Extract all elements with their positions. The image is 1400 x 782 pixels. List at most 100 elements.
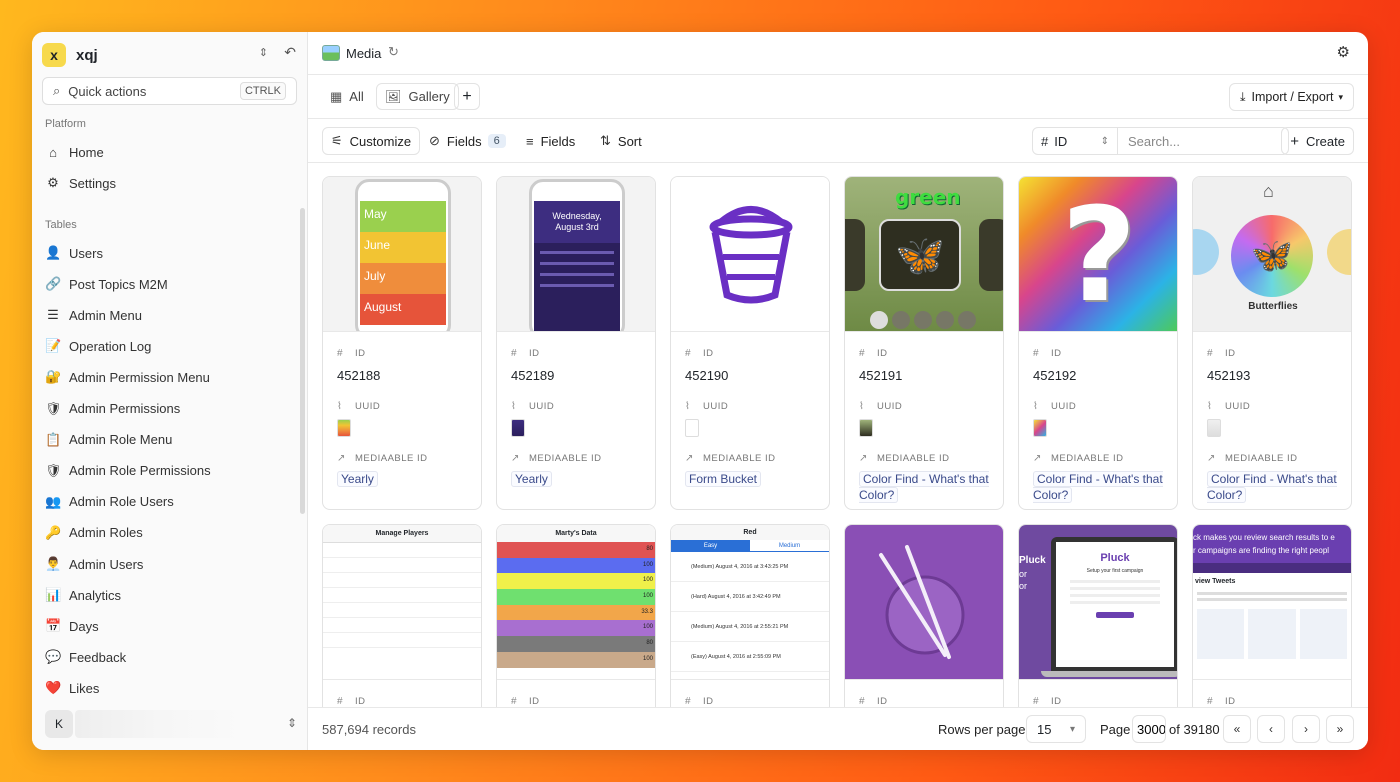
hash-icon: # — [685, 347, 692, 359]
sidebar-item-admin-roles[interactable]: 🔑 Admin Roles — [45, 520, 295, 546]
attachment-thumbnail[interactable] — [511, 419, 525, 437]
gallery-card[interactable]: Wednesday, August 3rd # ID 452189 ⌇ UUID ↗ MED… — [496, 176, 656, 510]
user-menu[interactable]: K ⇕ — [45, 710, 297, 738]
field-label: ⌇ UUID — [511, 399, 655, 413]
first-page-button[interactable]: « — [1223, 715, 1251, 743]
gallery-card[interactable]: May June July August # ID 452188 ⌇ UUID ↗ MEDI… — [322, 176, 482, 510]
rows-per-page-select[interactable]: 15 ▾ — [1026, 715, 1086, 743]
customize-label: Customize — [349, 133, 412, 149]
gallery-card[interactable]: Marty's Data 80 100 100 100 33.3 100 80 100 # ID — [496, 524, 656, 707]
attachment-thumbnail[interactable] — [1033, 419, 1047, 437]
gallery-card[interactable]: # ID 452190 ⌇ UUID ↗ MEDIAABLE ID Form Bucket — [670, 176, 830, 510]
field-label-text: UUID — [703, 400, 729, 412]
card-thumbnail: ? — [1019, 177, 1177, 332]
relation-tag[interactable]: Color Find - What's that Color? — [1207, 471, 1337, 503]
sidebar-item-admin-menu[interactable]: ☰ Admin Menu — [45, 302, 295, 328]
relation-tag[interactable]: Form Bucket — [685, 471, 762, 487]
gallery-card[interactable]: # ID — [844, 524, 1004, 707]
sidebar-item-operation-log[interactable]: 📝 Operation Log — [45, 333, 295, 359]
create-button[interactable]: + Create — [1281, 127, 1354, 155]
customize-button[interactable]: ⚟ Customize — [322, 127, 421, 155]
search-icon: ⌕ — [53, 83, 61, 98]
sidebar-item-post-topics-m2m[interactable]: 🔗 Post Topics M2M — [45, 271, 295, 297]
add-view-button[interactable]: + — [454, 83, 480, 110]
thumb-bar: 80 — [497, 542, 655, 558]
thumb-bar: 100 — [497, 651, 655, 668]
search-field-select[interactable]: # ID ⇕ — [1032, 127, 1118, 155]
hidden-fields-button[interactable]: ⊘ Fields 6 — [421, 127, 514, 155]
tab-gallery[interactable]: 🖼 Gallery — [376, 83, 459, 110]
chevron-left-icon: ‹ — [1269, 722, 1273, 736]
import-export-button[interactable]: ⤓ Import / Export ▾ — [1228, 83, 1354, 111]
sidebar-item-days[interactable]: 📅 Days — [45, 613, 295, 639]
field-label-text: UUID — [529, 400, 555, 412]
chevrons-right-icon: » — [1336, 722, 1344, 736]
attachment-thumbnail[interactable] — [859, 419, 873, 437]
sidebar-item-feedback[interactable]: 💬 Feedback — [45, 644, 295, 670]
thumb-row: (Easy) August 4, 2016 at 2:55:09 PM — [671, 642, 829, 672]
next-page-button[interactable]: › — [1292, 715, 1320, 743]
thumb-bar: 100 — [497, 573, 655, 590]
sidebar-item-admin-users[interactable]: 👨‍💼 Admin Users — [45, 551, 295, 577]
thumb-heading: view Tweets — [1195, 578, 1236, 585]
attachment-thumbnail[interactable] — [685, 419, 699, 437]
workspace-switcher[interactable]: x xqj ⇕ ↶ — [42, 42, 298, 68]
sidebar-item-analytics[interactable]: 📊 Analytics — [45, 582, 295, 608]
table-icon: 🔗 — [45, 276, 62, 292]
relation-tag[interactable]: Color Find - What's that Color? — [859, 471, 989, 503]
relation-tag[interactable]: Color Find - What's that Color? — [1033, 471, 1163, 503]
undo-icon[interactable]: ↶ — [284, 44, 296, 61]
attachment-thumbnail[interactable] — [1207, 419, 1221, 437]
refresh-icon[interactable]: ↻ — [388, 44, 399, 60]
page-input[interactable] — [1132, 715, 1166, 743]
sidebar-item-admin-permission-menu[interactable]: 🔐 Admin Permission Menu — [45, 364, 295, 390]
gallery-card[interactable]: ⌂ 🦋 Butterflies # ID 452193 ⌇ UUID ↗ MEDIAABLE… — [1192, 176, 1352, 510]
attachment-thumbnail[interactable] — [337, 419, 351, 437]
thumb-month: July — [360, 263, 446, 294]
last-page-button[interactable]: » — [1326, 715, 1354, 743]
sidebar-item-admin-role-permissions[interactable]: 🛡 Admin Role Permissions — [45, 458, 295, 484]
chevron-updown-icon: ⇕ — [286, 716, 297, 730]
prev-page-button[interactable]: ‹ — [1257, 715, 1285, 743]
sidebar-item-home[interactable]: ⌂ Home — [45, 139, 295, 165]
gear-icon[interactable]: ⚙ — [1337, 43, 1350, 61]
sidebar-item-admin-role-users[interactable]: 👥 Admin Role Users — [45, 489, 295, 515]
card-thumbnail: Pluck or or Pluck Setup your first campa… — [1019, 525, 1177, 680]
tables-section-label: Tables — [45, 219, 77, 231]
thumb-banner: ck makes you review search results to e — [1193, 533, 1335, 542]
hash-icon: # — [1207, 347, 1214, 359]
gallery-card[interactable]: ? # ID 452192 ⌇ UUID ↗ MEDIAABLE ID Color Find … — [1018, 176, 1178, 510]
sidebar-item-likes[interactable]: ❤️ Likes — [45, 675, 295, 701]
record-id: 452191 — [859, 368, 903, 383]
record-id: 452190 — [685, 368, 729, 383]
gallery-card[interactable]: ck makes you review search results to e … — [1192, 524, 1352, 707]
sidebar-item-settings[interactable]: ⚙ Settings — [45, 170, 295, 196]
field-label: # ID — [511, 694, 655, 707]
card-thumbnail: green 🦋 — [845, 177, 1003, 332]
thumb-date: Wednesday, August 3rd — [534, 201, 620, 243]
sidebar-item-admin-permissions[interactable]: 🛡 Admin Permissions — [45, 396, 295, 422]
quick-actions-button[interactable]: ⌕ Quick actions CTRLK — [42, 77, 297, 105]
search-input[interactable] — [1118, 127, 1289, 155]
paperclip-icon: ⌇ — [511, 400, 517, 412]
tab-all[interactable]: ▦ All — [322, 83, 372, 110]
field-label-text: ID — [703, 347, 714, 359]
gallery-card[interactable]: Pluck or or Pluck Setup your first campa… — [1018, 524, 1178, 707]
relation-tag[interactable]: Yearly — [337, 471, 378, 487]
gear-icon: ⚙ — [47, 175, 59, 190]
field-label-text: ID — [703, 695, 714, 707]
gallery-card[interactable]: Manage Players # ID — [322, 524, 482, 707]
app-window: x xqj ⇕ ↶ ⌕ Quick actions CTRLK Platform… — [32, 32, 1368, 750]
sidebar-item-admin-role-menu[interactable]: 📋 Admin Role Menu — [45, 427, 295, 453]
sidebar-item-label: Home — [69, 144, 104, 160]
chevron-updown-icon[interactable]: ⇕ — [259, 46, 268, 59]
fields-filter-button[interactable]: ≡ Fields — [518, 127, 583, 155]
sidebar-item-users[interactable]: 👤 Users — [45, 240, 295, 266]
thumb-word: green — [895, 185, 961, 209]
gallery-card[interactable]: green 🦋 # ID 452191 ⌇ UUID ↗ MEDIAABLE ID Color… — [844, 176, 1004, 510]
sidebar-scrollbar[interactable] — [300, 208, 305, 514]
sort-button[interactable]: ⇅ Sort — [592, 127, 650, 155]
chopsticks-bowl-icon — [879, 545, 965, 659]
relation-tag[interactable]: Yearly — [511, 471, 552, 487]
gallery-card[interactable]: Red Easy Medium (Medium) August 4, 2016 … — [670, 524, 830, 707]
